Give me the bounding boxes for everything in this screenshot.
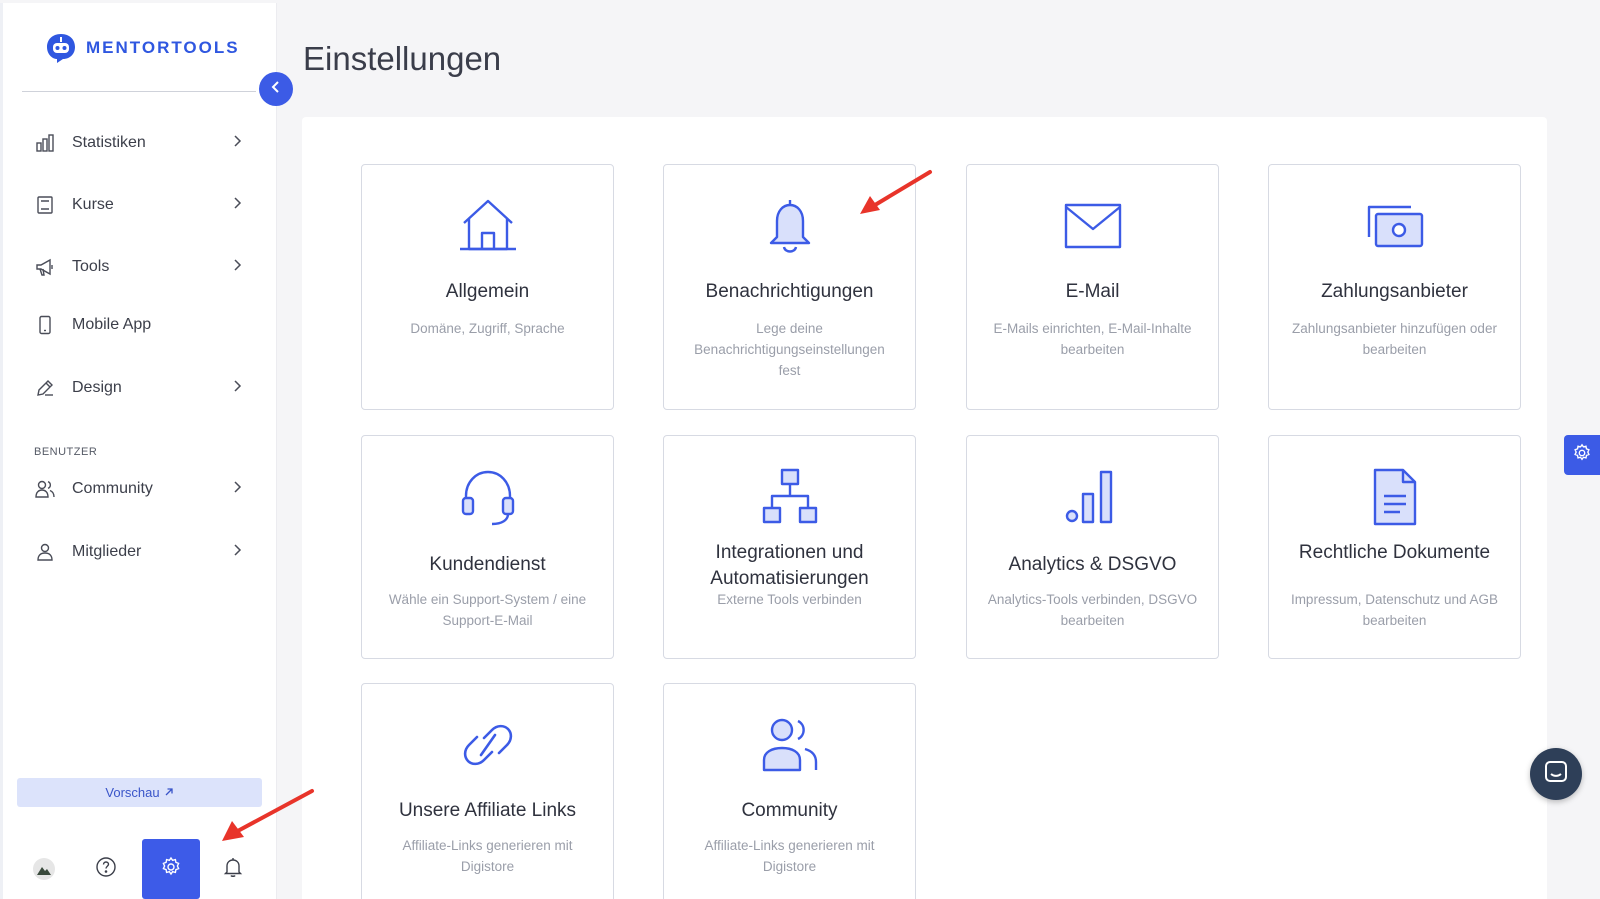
card-integrationen[interactable]: Integrationen und Automatisierungen Exte…: [663, 435, 916, 659]
sidebar-item-mobile-app[interactable]: Mobile App: [34, 311, 244, 339]
card-title: E-Mail: [1065, 281, 1120, 302]
help-button[interactable]: [77, 839, 135, 899]
document-icon: [1269, 468, 1520, 526]
sidebar-item-label: Tools: [72, 258, 110, 275]
card-description: Analytics-Tools verbinden, DSGVO bearbei…: [987, 592, 1198, 628]
bar-chart-icon: [34, 132, 56, 154]
home-icon: [362, 197, 613, 255]
avatar-icon: [37, 867, 51, 875]
annotation-arrow-icon: [222, 789, 314, 841]
card-title: Allgemein: [445, 281, 530, 302]
sidebar-item-label: Mobile App: [72, 316, 152, 333]
card-community[interactable]: Community Affiliate-Links generieren mit…: [663, 683, 916, 899]
mail-icon: [967, 197, 1218, 255]
logo[interactable]: MENTORTOOLS: [44, 31, 240, 65]
sidebar-divider: [22, 91, 256, 92]
pencil-icon: [34, 377, 56, 399]
card-title: Integrationen und Automatisierungen: [710, 542, 869, 589]
sitemap-icon: [664, 468, 915, 526]
sidebar-item-design[interactable]: Design: [34, 374, 244, 402]
card-description: E-Mails einrichten, E-Mail-Inhalte bearb…: [993, 321, 1192, 357]
card-kundendienst[interactable]: Kundendienst Wähle ein Support-System / …: [361, 435, 614, 659]
sidebar: MENTORTOOLS Statistiken Kurse Tools Mobi…: [0, 3, 277, 899]
card-title: Kundendienst: [429, 554, 546, 575]
users-icon: [34, 478, 56, 500]
external-link-icon: [164, 785, 174, 800]
card-description: Domäne, Zugriff, Sprache: [410, 321, 565, 336]
card-description: Impressum, Datenschutz und AGB bearbeite…: [1290, 592, 1499, 628]
user-icon: [34, 541, 56, 563]
sidebar-item-label: Statistiken: [72, 134, 146, 151]
card-description: Externe Tools verbinden: [717, 592, 862, 607]
avatar: [33, 858, 55, 880]
card-title: Unsere Affiliate Links: [398, 800, 577, 821]
sidebar-bottom-bar: [0, 839, 277, 899]
chevron-left-icon: [269, 80, 283, 99]
sidebar-item-label: Community: [72, 480, 153, 497]
card-allgemein[interactable]: Allgemein Domäne, Zugriff, Sprache: [361, 164, 614, 410]
account-button[interactable]: [15, 839, 73, 899]
sidebar-item-statistiken[interactable]: Statistiken: [34, 129, 244, 157]
gear-icon: [160, 856, 182, 883]
chat-launcher-button[interactable]: [1530, 748, 1582, 800]
megaphone-icon: [34, 256, 56, 278]
card-affiliate-links[interactable]: Unsere Affiliate Links Affiliate-Links g…: [361, 683, 614, 899]
sidebar-item-label: Kurse: [72, 196, 114, 213]
card-title: Analytics & DSGVO: [1008, 554, 1177, 575]
brand-name: MENTORTOOLS: [86, 38, 240, 57]
sidebar-item-label: Mitglieder: [72, 543, 142, 560]
settings-panel: Allgemein Domäne, Zugriff, Sprache Benac…: [302, 117, 1547, 899]
chat-icon: [1543, 759, 1569, 790]
bell-icon: [222, 856, 244, 883]
floating-settings-button[interactable]: [1564, 435, 1600, 475]
preview-label: Vorschau: [105, 785, 160, 800]
sidebar-item-kurse[interactable]: Kurse: [34, 191, 244, 219]
headset-icon: [362, 468, 613, 526]
chevron-right-icon: [230, 480, 244, 499]
sidebar-item-label: Design: [72, 379, 122, 396]
chevron-right-icon: [230, 379, 244, 398]
cash-icon: [1269, 197, 1520, 255]
card-title: Rechtliche Dokumente: [1298, 542, 1491, 563]
card-description: Affiliate-Links generieren mit Digistore: [402, 838, 573, 874]
collapse-sidebar-button[interactable]: [259, 72, 293, 106]
card-description: Lege deine Benachrichtigungseinstellunge…: [694, 321, 885, 378]
chevron-right-icon: [230, 543, 244, 562]
sidebar-item-tools[interactable]: Tools: [34, 253, 244, 281]
help-icon: [95, 856, 117, 883]
chevron-right-icon: [230, 196, 244, 215]
annotation-arrow-icon: [860, 170, 932, 214]
smartphone-icon: [34, 314, 56, 336]
card-rechtliche-dokumente[interactable]: Rechtliche Dokumente Impressum, Datensch…: [1268, 435, 1521, 659]
card-description: Affiliate-Links generieren mit Digistore: [704, 838, 875, 874]
chevron-right-icon: [230, 134, 244, 153]
link-icon: [362, 716, 613, 774]
book-icon: [34, 194, 56, 216]
sidebar-item-mitglieder[interactable]: Mitglieder: [34, 538, 244, 566]
page-title: Einstellungen: [303, 40, 502, 77]
chevron-right-icon: [230, 258, 244, 277]
card-zahlungsanbieter[interactable]: Zahlungsanbieter Zahlungsanbieter hinzuf…: [1268, 164, 1521, 410]
card-title: Community: [741, 800, 838, 821]
card-email[interactable]: E-Mail E-Mails einrichten, E-Mail-Inhalt…: [966, 164, 1219, 410]
analytics-icon: [967, 468, 1218, 526]
settings-button[interactable]: [142, 839, 200, 899]
card-title: Zahlungsanbieter: [1321, 281, 1468, 302]
card-description: Wähle ein Support-System / eine Support-…: [388, 592, 587, 628]
notifications-button[interactable]: [204, 839, 262, 899]
section-label-benutzer: BENUTZER: [34, 446, 98, 458]
community-icon: [664, 716, 915, 774]
sidebar-item-community[interactable]: Community: [34, 475, 244, 503]
card-description: Zahlungsanbieter hinzufügen oder bearbei…: [1292, 321, 1497, 357]
card-analytics[interactable]: Analytics & DSGVO Analytics-Tools verbin…: [966, 435, 1219, 659]
gear-icon: [1572, 443, 1592, 468]
robot-logo-icon: [47, 34, 75, 63]
card-title: Benachrichtigungen: [705, 281, 874, 302]
